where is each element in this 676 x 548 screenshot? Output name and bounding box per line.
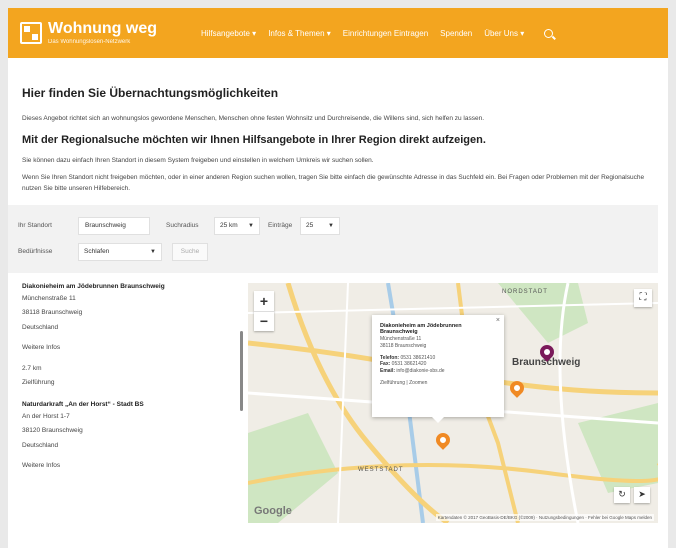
info-phone: Telefon: 0531 38621410 — [380, 354, 436, 361]
info-text-1: Sie können dazu einfach Ihren Standort i… — [22, 156, 374, 164]
result-route-link[interactable]: Zielführung — [22, 380, 242, 387]
google-logo: Google — [254, 504, 292, 517]
intro-text: Dieses Angebot richtet sich an wohnungsl… — [22, 115, 485, 122]
need-select[interactable]: Schlafen ▼ — [78, 242, 162, 261]
location-input[interactable]: Braunschweig — [78, 216, 150, 235]
info-city: 38118 Braunschweig — [380, 342, 427, 349]
need-label: Bedürfnisse — [18, 248, 53, 256]
info-title: Diakonieheim am Jödebrunnen Braunschweig — [380, 322, 462, 336]
locate-icon[interactable]: ➤ — [634, 486, 650, 503]
main-content: Hier finden Sie Übernachtungsmöglichkeit… — [8, 58, 668, 195]
nav-item-ueber-uns[interactable]: Über Uns ▾ — [484, 29, 524, 38]
radius-label: Suchradius — [166, 222, 199, 230]
chevron-down-icon: ▼ — [328, 222, 334, 229]
logo-title: Wohnung weg — [48, 20, 158, 37]
result-name[interactable]: Naturdarkraft „An der Horst“ - Stadt BS — [22, 401, 242, 408]
site-header: Wohnung weg Das Wohnungslosen-Netzwerk H… — [8, 8, 668, 58]
results-area: Diakonieheim am Jödebrunnen Braunschweig… — [8, 273, 668, 523]
close-icon[interactable]: × — [496, 317, 500, 324]
location-label: Ihr Standort — [18, 222, 52, 230]
info-text-2: Wenn Sie Ihren Standort nicht freigeben … — [22, 173, 645, 193]
section-title: Mit der Regionalsuche möchten wir Ihnen … — [22, 133, 486, 146]
fullscreen-icon[interactable]: ⛶ — [634, 288, 652, 307]
nav-item-einrichtungen[interactable]: Einrichtungen Eintragen — [343, 29, 428, 38]
nav-item-infos-themen[interactable]: Infos & Themen ▾ — [268, 29, 331, 38]
main-nav: Hilfsangebote ▾ Infos & Themen ▾ Einrich… — [201, 28, 554, 38]
nav-item-spenden[interactable]: Spenden — [440, 29, 472, 38]
result-country: Deutschland — [22, 441, 59, 449]
map-view[interactable]: NORDSTADT WESTSTADT Braunschweig + − ⛶ ×… — [248, 282, 658, 523]
search-form: Ihr Standort Braunschweig Suchradius 25 … — [8, 204, 658, 273]
info-fax: Fax: 0531 38621420 — [380, 361, 427, 368]
result-more-link[interactable]: Weitere Infos — [22, 463, 242, 470]
map-controls: ↻ ➤ — [614, 486, 650, 503]
zoom-in-button[interactable]: + — [254, 291, 274, 311]
map-label-district: WESTSTADT — [358, 466, 404, 473]
results-select[interactable]: 25 ▼ — [300, 216, 340, 235]
page-frame: Wohnung weg Das Wohnungslosen-Netzwerk H… — [8, 8, 668, 548]
results-list: Diakonieheim am Jödebrunnen Braunschweig… — [8, 273, 242, 523]
site-logo[interactable]: Wohnung weg Das Wohnungslosen-Netzwerk — [20, 21, 157, 45]
zoom-control: + − — [254, 290, 274, 331]
zoom-out-button[interactable]: − — [254, 310, 274, 331]
search-icon[interactable] — [544, 28, 554, 38]
info-street: Münchenstraße 11 — [380, 336, 422, 343]
logo-icon — [20, 22, 42, 44]
chevron-down-icon: ▼ — [150, 248, 156, 255]
map-label-district: NORDSTADT — [502, 288, 548, 295]
info-route-link[interactable]: Zielführung — [380, 380, 405, 386]
map-attribution[interactable]: Kartendaten © 2017 GeoBasis-DE/BKG (©200… — [435, 513, 654, 521]
result-name[interactable]: Diakonieheim am Jödebrunnen Braunschweig — [22, 283, 242, 290]
radius-select[interactable]: 25 km ▼ — [214, 216, 260, 235]
results-label: Einträge — [268, 222, 293, 230]
result-street: An der Horst 1-7 — [22, 412, 70, 420]
search-button[interactable]: Suche — [172, 242, 208, 261]
info-links: Zielführung | Zoomen — [380, 379, 428, 386]
result-city: 38118 Braunschweig — [22, 309, 83, 317]
result-distance: 2.7 km — [22, 364, 42, 372]
map-info-window: × Diakonieheim am Jödebrunnen Braunschwe… — [372, 314, 504, 423]
info-zoom-link[interactable]: Zoomen — [409, 380, 427, 386]
list-scrollbar[interactable] — [240, 330, 243, 411]
result-country: Deutschland — [22, 323, 59, 331]
result-more-link[interactable]: Weitere Infos — [22, 345, 242, 352]
logo-subtitle: Das Wohnungslosen-Netzwerk — [48, 39, 131, 45]
result-city: 38120 Braunschweig — [22, 427, 83, 435]
info-email: Email: info@diakonie-sbs.de — [380, 368, 445, 375]
nav-item-hilfsangebote[interactable]: Hilfsangebote ▾ — [201, 29, 256, 38]
page-title: Hier finden Sie Übernachtungsmöglichkeit… — [22, 86, 279, 100]
chevron-down-icon: ▼ — [248, 222, 254, 229]
result-street: Münchenstraße 11 — [22, 294, 76, 302]
rotate-icon[interactable]: ↻ — [614, 486, 630, 503]
